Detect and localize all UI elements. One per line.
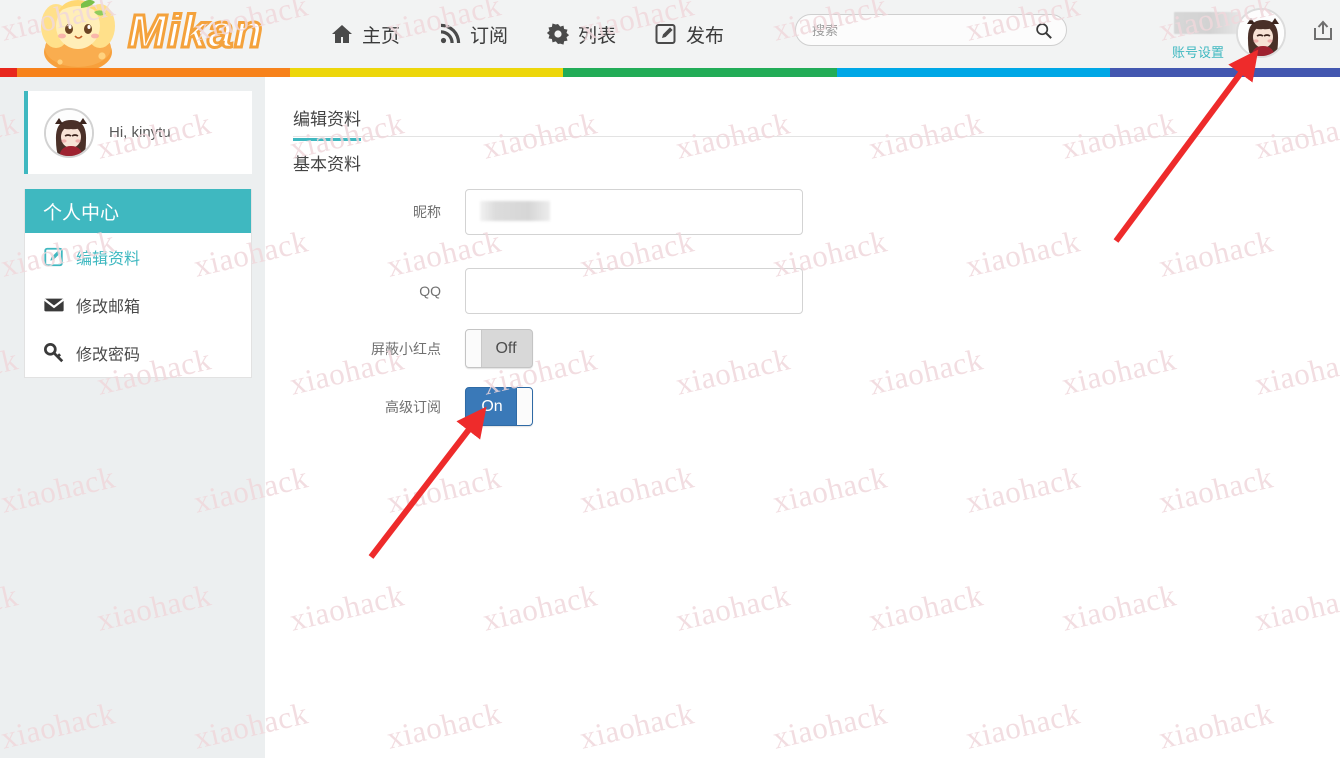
site-logo-text: Mikan — [126, 4, 264, 59]
nickname-label: 昵称 — [413, 204, 441, 220]
sidebar: Hi, kinytu 个人中心 编辑资料 修改邮箱 修改密码 — [0, 77, 265, 758]
search-box[interactable] — [795, 14, 1067, 46]
sidebar-item-change-password[interactable]: 修改密码 — [25, 329, 251, 377]
sidebar-item-change-email[interactable]: 修改邮箱 — [25, 281, 251, 329]
rainbow-seg-green — [563, 68, 837, 77]
nav-item-subscriptions[interactable]: 订阅 — [438, 21, 508, 48]
rainbow-seg-orange — [17, 68, 290, 77]
sidebar-item-edit-profile-label: 编辑资料 — [76, 251, 141, 268]
toggle-knob — [516, 388, 532, 425]
advanced-subscribe-label: 高级订阅 — [385, 398, 441, 415]
mikan-mascot-icon — [41, 0, 115, 72]
share-icon[interactable] — [1312, 20, 1334, 42]
advanced-subscribe-toggle[interactable]: On — [465, 387, 533, 426]
field-row-qq: QQ — [325, 268, 803, 314]
rss-icon — [440, 23, 461, 44]
search-icon[interactable] — [1035, 22, 1052, 39]
edit-pencil-icon — [44, 247, 63, 267]
site-logo[interactable]: Mikan — [18, 0, 278, 72]
rainbow-seg-cyan — [837, 68, 1110, 77]
tab-edit-profile[interactable]: 编辑资料 — [293, 105, 361, 141]
nav-item-publish-label: 发布 — [686, 25, 725, 47]
field-row-hide-red-dot: 屏蔽小红点 Off — [325, 329, 533, 368]
sidebar-item-change-password-label: 修改密码 — [76, 347, 141, 364]
qq-label: QQ — [419, 283, 441, 299]
header-avatar[interactable] — [1236, 8, 1286, 58]
user-avatar-icon — [46, 109, 92, 156]
home-icon — [332, 25, 352, 43]
hide-red-dot-label: 屏蔽小红点 — [371, 340, 441, 357]
user-avatar-icon — [1238, 10, 1284, 56]
sidebar-panel-title: 个人中心 — [25, 189, 251, 233]
sidebar-item-change-email-label: 修改邮箱 — [76, 299, 141, 316]
edit-pencil-icon — [655, 24, 676, 44]
user-greeting: Hi, kinytu — [109, 124, 171, 141]
site-header: Mikan 主页 订阅 列表 发布 搜索 账号设置 — [0, 0, 1340, 72]
rainbow-seg-blue — [1110, 68, 1340, 77]
nav-item-home-label: 主页 — [362, 25, 401, 47]
gear-icon — [546, 23, 570, 45]
toggle-knob — [466, 330, 482, 367]
section-title: 基本资料 — [293, 155, 361, 174]
qq-input[interactable] — [466, 269, 802, 313]
main-content: 编辑资料 基本资料 昵称 QQ 屏蔽小红点 Off 高级订阅 On — [265, 77, 1340, 758]
account-name-redacted — [1174, 12, 1240, 34]
nav-item-list[interactable]: 列表 — [546, 21, 616, 48]
nickname-redacted-value — [480, 201, 550, 221]
search-input[interactable] — [812, 15, 1027, 45]
tabbar: 编辑资料 — [293, 105, 1313, 141]
main-nav: 主页 订阅 列表 发布 — [330, 0, 724, 68]
qq-field[interactable] — [465, 268, 803, 314]
nav-item-subscriptions-label: 订阅 — [470, 25, 509, 47]
rainbow-divider — [0, 68, 1340, 77]
field-row-nickname: 昵称 — [325, 189, 803, 235]
account-settings-link[interactable]: 账号设置 — [1172, 42, 1224, 61]
nav-item-publish[interactable]: 发布 — [654, 21, 724, 48]
sidebar-panel: 个人中心 编辑资料 修改邮箱 修改密码 — [24, 189, 252, 378]
user-card[interactable]: Hi, kinytu — [24, 91, 252, 174]
nav-item-list-label: 列表 — [578, 25, 617, 47]
field-row-advanced-subscribe: 高级订阅 On — [325, 387, 533, 426]
hide-red-dot-toggle[interactable]: Off — [465, 329, 533, 368]
sidebar-item-edit-profile[interactable]: 编辑资料 — [25, 233, 251, 281]
rainbow-seg-yellow — [290, 68, 563, 77]
rainbow-seg-red — [0, 68, 17, 77]
sidebar-avatar — [44, 107, 94, 158]
page-root: Mikan 主页 订阅 列表 发布 搜索 账号设置 Hi, kinytu 个人中… — [0, 0, 1340, 758]
key-icon — [44, 343, 64, 363]
nav-item-home[interactable]: 主页 — [330, 21, 400, 48]
envelope-icon — [43, 298, 65, 312]
nickname-field[interactable] — [465, 189, 803, 235]
